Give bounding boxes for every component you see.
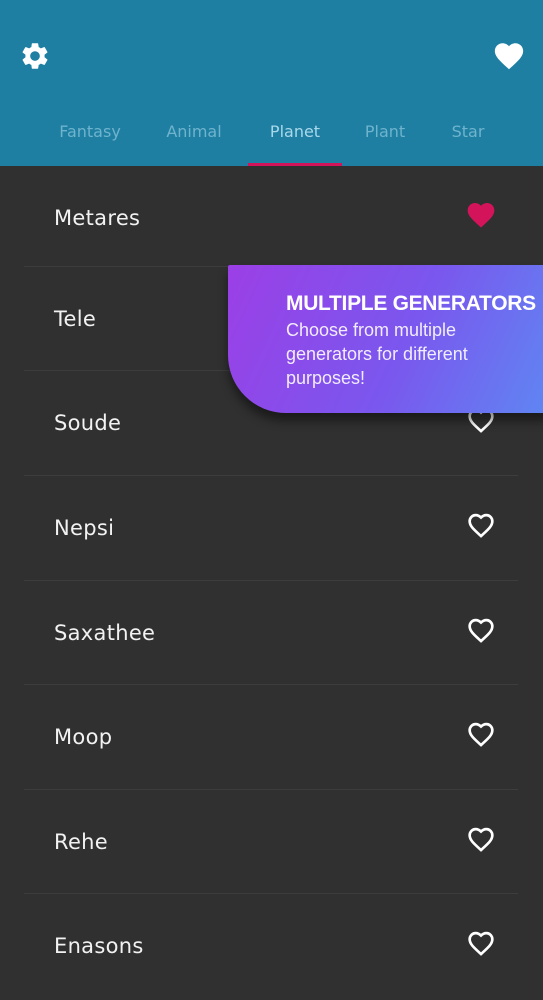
favorite-toggle[interactable] bbox=[462, 820, 500, 858]
heart-filled-icon bbox=[494, 43, 524, 70]
tooltip-body: Choose from multiple generators for diff… bbox=[286, 320, 468, 388]
favorite-toggle[interactable] bbox=[462, 196, 500, 234]
generated-name: Saxathee bbox=[54, 621, 156, 645]
feature-tooltip[interactable]: MULTIPLE GENERATORS Choose from multiple… bbox=[228, 265, 543, 413]
favorite-toggle[interactable] bbox=[462, 715, 500, 753]
generated-name: Nepsi bbox=[54, 516, 115, 540]
settings-button[interactable] bbox=[15, 36, 55, 76]
list-item[interactable]: Saxathee bbox=[0, 581, 543, 685]
favorite-toggle[interactable] bbox=[462, 924, 500, 962]
generated-name: Rehe bbox=[54, 830, 108, 854]
generated-name: Moop bbox=[54, 725, 113, 749]
favorites-button[interactable] bbox=[489, 36, 529, 76]
generated-name: Enasons bbox=[54, 934, 144, 958]
tab-planet[interactable]: Planet bbox=[248, 96, 342, 166]
generated-name: Tele bbox=[54, 307, 97, 331]
heart-outline-icon bbox=[468, 513, 494, 538]
tab-fantasy[interactable]: Fantasy bbox=[44, 96, 136, 166]
favorite-toggle[interactable] bbox=[462, 506, 500, 544]
app-header: Fantasy Animal Planet Plant Star bbox=[0, 0, 543, 166]
tooltip-title: MULTIPLE GENERATORS bbox=[286, 292, 536, 315]
gear-icon bbox=[22, 43, 48, 69]
tab-star[interactable]: Star bbox=[432, 96, 504, 166]
tab-plant[interactable]: Plant bbox=[345, 96, 425, 166]
heart-filled-icon bbox=[467, 203, 495, 228]
heart-outline-icon bbox=[468, 931, 494, 956]
generator-tabs: Fantasy Animal Planet Plant Star bbox=[0, 96, 543, 166]
heart-outline-icon bbox=[468, 827, 494, 852]
list-item[interactable]: Nepsi bbox=[0, 476, 543, 580]
list-item[interactable]: Rehe bbox=[0, 790, 543, 894]
list-item[interactable]: Enasons bbox=[0, 894, 543, 998]
generated-name: Metares bbox=[54, 206, 141, 230]
favorite-toggle[interactable] bbox=[462, 611, 500, 649]
list-item[interactable]: Moop bbox=[0, 685, 543, 789]
heart-outline-icon bbox=[468, 722, 494, 747]
heart-outline-icon bbox=[468, 618, 494, 643]
tab-animal[interactable]: Animal bbox=[148, 96, 240, 166]
list-item[interactable]: Metares bbox=[0, 166, 543, 270]
generated-name: Soude bbox=[54, 411, 122, 435]
